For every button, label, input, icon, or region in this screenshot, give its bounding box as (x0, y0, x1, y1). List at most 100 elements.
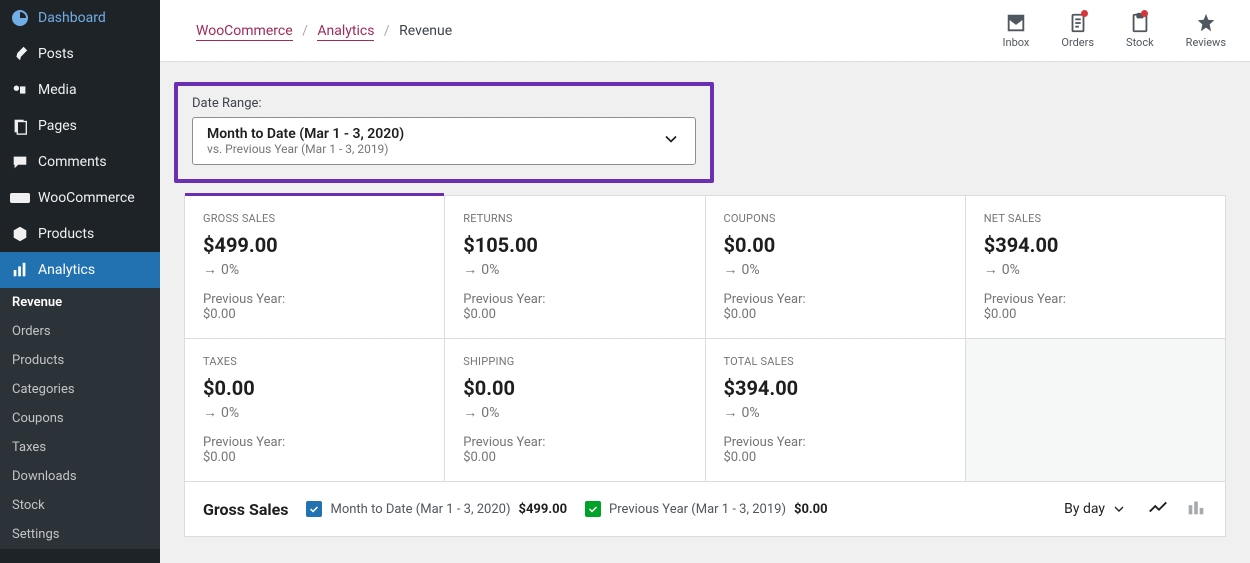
topbar-stock[interactable]: Stock (1126, 12, 1154, 49)
legend-value: $0.00 (794, 502, 828, 517)
interval-label: By day (1064, 501, 1105, 517)
legend-label: Previous Year (Mar 1 - 3, 2019) (609, 502, 786, 517)
date-range-main: Month to Date (Mar 1 - 3, 2020) (207, 126, 404, 142)
card-empty (966, 339, 1225, 481)
content: Date Range: Month to Date (Mar 1 - 3, 20… (160, 62, 1250, 563)
topbar-reviews[interactable]: Reviews (1186, 12, 1226, 49)
arrow-right-icon: → (724, 261, 738, 278)
checkbox-icon (585, 501, 601, 517)
pin-icon (10, 44, 30, 64)
card-total-sales[interactable]: TOTAL SALES $394.00 →0% Previous Year: $… (706, 339, 965, 481)
analytics-submenu: Revenue Orders Products Categories Coupo… (0, 288, 160, 549)
sidebar-item-label: Analytics (38, 262, 95, 278)
card-title: TAXES (203, 355, 426, 368)
card-prev-value: $0.00 (203, 307, 426, 322)
topbar: WooCommerce / Analytics / Revenue Inbox … (160, 0, 1250, 62)
card-prev-label: Previous Year: (203, 435, 426, 450)
stock-icon (1129, 12, 1151, 34)
interval-select[interactable]: By day (1064, 501, 1127, 517)
legend-value: $499.00 (519, 502, 568, 517)
reviews-icon (1195, 12, 1217, 34)
card-returns[interactable]: RETURNS $105.00 →0% Previous Year: $0.00 (445, 196, 704, 338)
submenu-item-settings[interactable]: Settings (0, 520, 160, 549)
comment-icon (10, 152, 30, 172)
card-prev-label: Previous Year: (984, 292, 1207, 307)
admin-sidebar: Dashboard Posts Media Pages Comments Woo… (0, 0, 160, 563)
analytics-icon (10, 260, 30, 280)
submenu-item-categories[interactable]: Categories (0, 375, 160, 404)
submenu-item-taxes[interactable]: Taxes (0, 433, 160, 462)
sidebar-item-woocommerce[interactable]: WooCommerce (0, 180, 160, 216)
card-change: →0% (463, 261, 686, 278)
notification-dot (1081, 10, 1088, 17)
card-shipping[interactable]: SHIPPING $0.00 →0% Previous Year: $0.00 (445, 339, 704, 481)
card-prev-value: $0.00 (984, 307, 1207, 322)
line-chart-icon[interactable] (1147, 496, 1169, 522)
card-prev-value: $0.00 (463, 307, 686, 322)
chart-header: Gross Sales Month to Date (Mar 1 - 3, 20… (184, 482, 1226, 537)
card-taxes[interactable]: TAXES $0.00 →0% Previous Year: $0.00 (185, 339, 444, 481)
sidebar-item-products[interactable]: Products (0, 216, 160, 252)
card-title: COUPONS (724, 212, 947, 225)
checkbox-icon (306, 501, 322, 517)
notification-dot (1141, 10, 1148, 17)
breadcrumb-current: Revenue (399, 23, 452, 39)
breadcrumb-analytics[interactable]: Analytics (317, 23, 374, 41)
sidebar-item-label: Media (38, 82, 77, 98)
sidebar-item-analytics[interactable]: Analytics (0, 252, 160, 288)
topbar-inbox[interactable]: Inbox (1003, 12, 1030, 49)
card-title: TOTAL SALES (724, 355, 947, 368)
submenu-item-orders[interactable]: Orders (0, 317, 160, 346)
legend-previous[interactable]: Previous Year (Mar 1 - 3, 2019) $0.00 (585, 501, 828, 517)
card-title: RETURNS (463, 212, 686, 225)
media-icon (10, 80, 30, 100)
card-prev-value: $0.00 (463, 450, 686, 465)
card-coupons[interactable]: COUPONS $0.00 →0% Previous Year: $0.00 (706, 196, 965, 338)
card-prev-label: Previous Year: (203, 292, 426, 307)
topbar-label: Reviews (1186, 36, 1226, 49)
submenu-item-downloads[interactable]: Downloads (0, 462, 160, 491)
chevron-down-icon (1111, 501, 1127, 517)
submenu-item-revenue[interactable]: Revenue (0, 288, 160, 317)
submenu-item-stock[interactable]: Stock (0, 491, 160, 520)
chevron-down-icon (661, 129, 681, 153)
card-prev-value: $0.00 (724, 450, 947, 465)
card-change: →0% (203, 404, 426, 421)
pages-icon (10, 116, 30, 136)
sidebar-item-label: Dashboard (38, 10, 106, 26)
bar-chart-icon[interactable] (1185, 496, 1207, 522)
main-area: WooCommerce / Analytics / Revenue Inbox … (160, 0, 1250, 563)
sidebar-item-pages[interactable]: Pages (0, 108, 160, 144)
sidebar-item-label: Pages (38, 118, 77, 134)
arrow-right-icon: → (203, 404, 217, 421)
card-title: SHIPPING (463, 355, 686, 368)
arrow-right-icon: → (724, 404, 738, 421)
legend-current[interactable]: Month to Date (Mar 1 - 3, 2020) $499.00 (306, 501, 567, 517)
date-range-sub: vs. Previous Year (Mar 1 - 3, 2019) (207, 142, 404, 156)
topbar-label: Inbox (1003, 36, 1030, 49)
card-title: GROSS SALES (203, 212, 426, 225)
woocommerce-icon (10, 188, 30, 208)
breadcrumb-woocommerce[interactable]: WooCommerce (196, 23, 293, 41)
card-prev-label: Previous Year: (724, 435, 947, 450)
card-gross-sales[interactable]: GROSS SALES $499.00 →0% Previous Year: $… (185, 193, 444, 338)
sidebar-item-label: Posts (38, 46, 74, 62)
card-net-sales[interactable]: NET SALES $394.00 →0% Previous Year: $0.… (966, 196, 1225, 338)
summary-cards: GROSS SALES $499.00 →0% Previous Year: $… (184, 195, 1226, 482)
chart-title: Gross Sales (203, 500, 288, 519)
card-change: →0% (463, 404, 686, 421)
submenu-item-coupons[interactable]: Coupons (0, 404, 160, 433)
inbox-icon (1005, 12, 1027, 34)
sidebar-item-comments[interactable]: Comments (0, 144, 160, 180)
sidebar-item-dashboard[interactable]: Dashboard (0, 0, 160, 36)
sidebar-item-posts[interactable]: Posts (0, 36, 160, 72)
date-range-select[interactable]: Month to Date (Mar 1 - 3, 2020) vs. Prev… (192, 117, 696, 165)
date-range-highlight: Date Range: Month to Date (Mar 1 - 3, 20… (174, 82, 714, 183)
card-prev-label: Previous Year: (463, 435, 686, 450)
sidebar-item-media[interactable]: Media (0, 72, 160, 108)
submenu-item-products[interactable]: Products (0, 346, 160, 375)
topbar-orders[interactable]: Orders (1061, 12, 1094, 49)
card-value: $0.00 (724, 233, 947, 257)
card-change: →0% (984, 261, 1207, 278)
arrow-right-icon: → (984, 261, 998, 278)
